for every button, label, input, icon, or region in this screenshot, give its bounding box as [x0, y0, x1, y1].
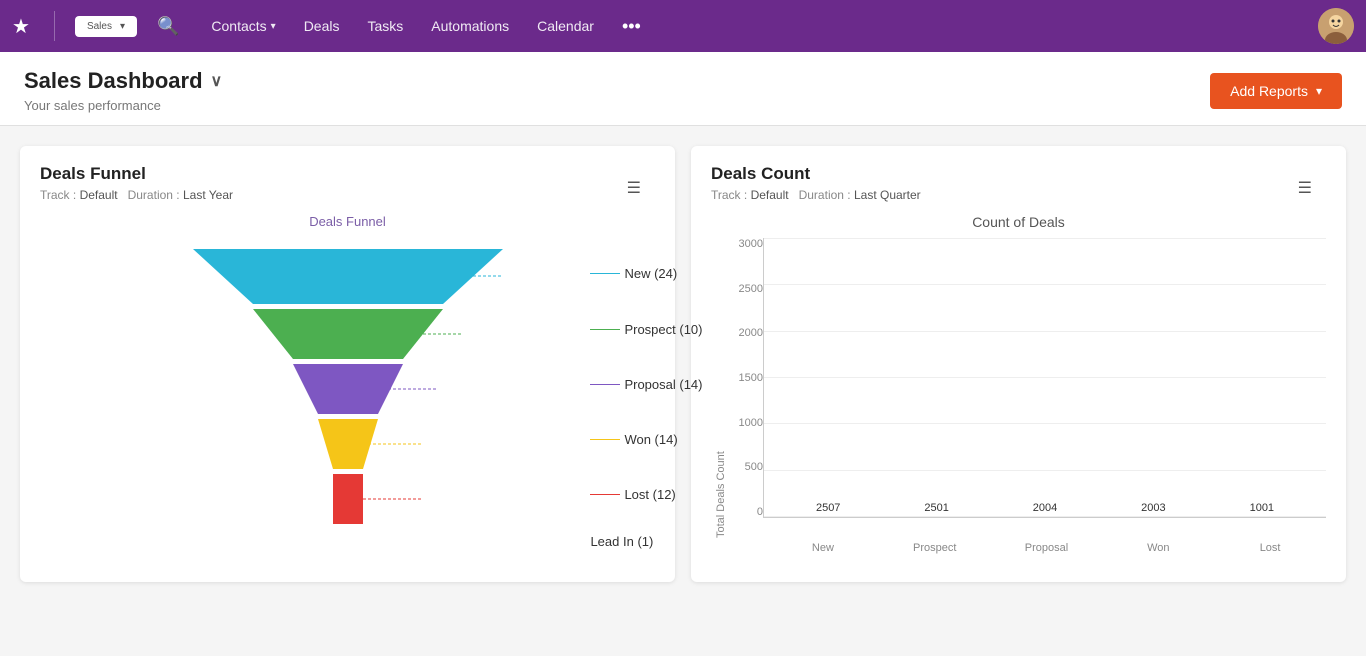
bar-new-value: 2507 — [816, 502, 840, 514]
sales-dropdown-label: Sales — [87, 21, 112, 32]
funnel-label-leadin-text: Lead In (1) — [590, 534, 653, 549]
funnel-label-won: Won (14) — [590, 412, 702, 467]
page-title: Sales Dashboard ∨ — [24, 68, 222, 94]
bar-proposal-value: 2004 — [1033, 502, 1057, 514]
deals-funnel-title: Deals Funnel — [40, 164, 655, 184]
y-label-3000: 3000 — [727, 238, 763, 250]
bar-chart-container: Count of Deals Total Deals Count 0 500 1… — [711, 214, 1326, 554]
funnel-label-won-text: Won (14) — [624, 432, 677, 447]
funnel-menu-icon[interactable]: ☰ — [627, 178, 641, 198]
x-label-prospect: Prospect — [879, 538, 991, 554]
nav-links: Contacts ▾ Deals Tasks Automations Calen… — [199, 10, 1302, 43]
contacts-arrow-icon: ▾ — [271, 21, 276, 32]
funnel-label-lost-text: Lost (12) — [624, 487, 675, 502]
y-labels: 0 500 1000 1500 2000 2500 3000 — [727, 238, 763, 538]
funnel-label-prospect: Prospect (10) — [590, 302, 702, 357]
user-avatar[interactable] — [1318, 8, 1354, 44]
nav-link-tasks[interactable]: Tasks — [355, 12, 415, 40]
page-title-text: Sales Dashboard — [24, 68, 203, 94]
x-label-proposal: Proposal — [991, 538, 1103, 554]
funnel-svg — [163, 239, 533, 559]
dropdown-arrow-icon: ▾ — [120, 21, 125, 32]
x-label-lost: Lost — [1214, 538, 1326, 554]
navigation: ★ Sales ▾ 🔍 Contacts ▾ Deals Tasks Autom… — [0, 0, 1366, 52]
x-labels: New Prospect Proposal Won Lost — [711, 538, 1326, 554]
y-label-2500: 2500 — [727, 283, 763, 295]
y-label-1000: 1000 — [727, 417, 763, 429]
nav-link-calendar[interactable]: Calendar — [525, 12, 606, 40]
bar-lost-value: 1001 — [1250, 502, 1274, 514]
funnel-label-leadin: Lead In (1) — [590, 526, 702, 556]
bar-proposal: 2004 — [991, 502, 1099, 517]
funnel-track: Default — [80, 188, 118, 202]
y-label-500: 500 — [727, 461, 763, 473]
automations-label: Automations — [431, 18, 509, 34]
y-label-0: 0 — [727, 506, 763, 518]
deals-count-subtitle: Track : Default Duration : Last Quarter — [711, 188, 1326, 202]
deals-funnel-card-inner: Deals Funnel Track : Default Duration : … — [40, 164, 655, 564]
deals-funnel-subtitle: Track : Default Duration : Last Year — [40, 188, 655, 202]
x-label-new: New — [767, 538, 879, 554]
funnel-label-new: New (24) — [590, 244, 702, 302]
bar-chart-title: Count of Deals — [711, 214, 1326, 230]
funnel-chart-title: Deals Funnel — [163, 214, 533, 229]
count-duration: Last Quarter — [854, 188, 921, 202]
bars-container: 2507 2501 2004 — [764, 238, 1326, 517]
bar-prospect-value: 2501 — [924, 502, 948, 514]
y-label-1500: 1500 — [727, 372, 763, 384]
deals-count-card-inner: Deals Count Track : Default Duration : L… — [711, 164, 1326, 554]
funnel-duration: Last Year — [183, 188, 233, 202]
add-reports-label: Add Reports — [1230, 83, 1308, 99]
deals-count-card: Deals Count Track : Default Duration : L… — [691, 146, 1346, 582]
funnel-label-proposal: Proposal (14) — [590, 357, 702, 412]
nav-divider — [54, 11, 55, 41]
funnel-label-proposal-text: Proposal (14) — [624, 377, 702, 392]
page-title-chevron-icon[interactable]: ∨ — [211, 71, 223, 91]
y-axis-title: Total Deals Count — [711, 238, 727, 538]
count-track: Default — [751, 188, 789, 202]
y-label-2000: 2000 — [727, 327, 763, 339]
calendar-label: Calendar — [537, 18, 594, 34]
add-reports-button[interactable]: Add Reports ▾ — [1210, 73, 1342, 109]
nav-link-contacts[interactable]: Contacts ▾ — [199, 12, 287, 40]
deals-funnel-card: Deals Funnel Track : Default Duration : … — [20, 146, 675, 582]
funnel-labels: New (24) Prospect (10) Proposal (14) — [590, 244, 702, 556]
sales-dropdown[interactable]: Sales ▾ — [75, 16, 137, 37]
contacts-label: Contacts — [211, 18, 266, 34]
bar-prospect: 2501 — [882, 502, 990, 517]
bar-lost: 1001 — [1208, 502, 1316, 517]
deals-count-title: Deals Count — [711, 164, 1326, 184]
page-subtitle: Your sales performance — [24, 98, 222, 113]
deals-label: Deals — [304, 18, 340, 34]
funnel-label-new-text: New (24) — [624, 266, 677, 281]
bar-new: 2507 — [774, 502, 882, 517]
bar-won: 2003 — [1099, 502, 1207, 517]
funnel-label-prospect-text: Prospect (10) — [624, 322, 702, 337]
add-reports-arrow-icon: ▾ — [1316, 84, 1322, 98]
bar-won-value: 2003 — [1141, 502, 1165, 514]
page-header: Sales Dashboard ∨ Your sales performance… — [0, 52, 1366, 126]
tasks-label: Tasks — [367, 18, 403, 34]
nav-link-deals[interactable]: Deals — [292, 12, 352, 40]
funnel-label-lost: Lost (12) — [590, 467, 702, 522]
main-content: Deals Funnel Track : Default Duration : … — [0, 126, 1366, 602]
search-icon[interactable]: 🔍 — [157, 16, 179, 37]
app-logo-icon: ★ — [12, 14, 30, 39]
count-menu-icon[interactable]: ☰ — [1298, 178, 1312, 198]
x-label-won: Won — [1102, 538, 1214, 554]
page-title-area: Sales Dashboard ∨ Your sales performance — [24, 68, 222, 113]
nav-link-automations[interactable]: Automations — [419, 12, 521, 40]
more-options-icon[interactable]: ••• — [610, 10, 653, 43]
